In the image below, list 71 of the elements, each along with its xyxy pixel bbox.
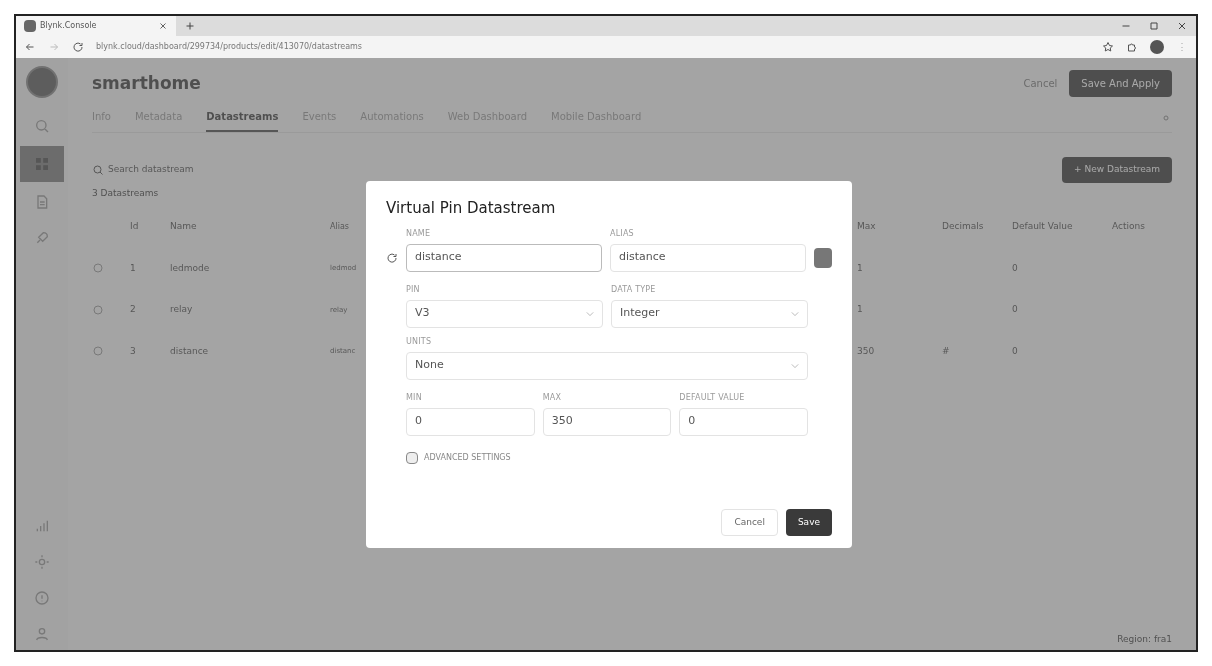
table-cell-text: ledmode bbox=[170, 261, 211, 275]
table-cell-text: 0 bbox=[1012, 303, 1019, 316]
new-datastream-button[interactable]: + New Datastream bbox=[1062, 157, 1172, 183]
maximize-icon[interactable] bbox=[1148, 20, 1160, 32]
field-label: MIN bbox=[406, 391, 423, 404]
table-cell-text: 350 bbox=[857, 344, 876, 358]
datastream-count: 3 Datastreams bbox=[92, 186, 159, 200]
chevron-icon bbox=[791, 361, 799, 370]
column-header: Default Value bbox=[1012, 220, 1074, 233]
reload-icon[interactable] bbox=[72, 41, 84, 53]
search-icon[interactable] bbox=[34, 118, 50, 134]
field-label: DATA TYPE bbox=[611, 283, 657, 296]
region-label: Region: fra1 bbox=[1117, 632, 1172, 646]
search-icon bbox=[92, 163, 104, 176]
column-header: Actions bbox=[1112, 220, 1146, 233]
field-label: DEFAULT VALUE bbox=[679, 391, 746, 404]
favicon-icon bbox=[24, 20, 36, 32]
input-field[interactable]: 0 bbox=[679, 407, 808, 436]
dropdown[interactable]: Integer bbox=[611, 299, 808, 328]
table-cell-text: # bbox=[942, 344, 951, 358]
plus-icon[interactable] bbox=[184, 20, 196, 32]
dropdown[interactable]: V3 bbox=[406, 299, 603, 328]
field-label: PIN bbox=[406, 283, 421, 296]
modal-title: Virtual Pin Datastream bbox=[386, 198, 557, 219]
forward-icon[interactable] bbox=[48, 41, 60, 53]
logo[interactable] bbox=[26, 66, 58, 98]
table-cell-text: 1 bbox=[857, 261, 864, 275]
save-button[interactable]: Save bbox=[785, 508, 832, 536]
back-icon[interactable] bbox=[24, 41, 36, 53]
nav-item[interactable] bbox=[20, 146, 64, 182]
table-cell-text: distance bbox=[170, 344, 210, 358]
table-cell-text: relay bbox=[170, 303, 194, 316]
user-icon[interactable] bbox=[34, 626, 50, 642]
table-cell-text: 2 bbox=[130, 303, 137, 316]
checkbox[interactable] bbox=[406, 451, 418, 464]
page-title: smarthome bbox=[92, 71, 202, 95]
close-icon[interactable] bbox=[158, 21, 168, 31]
save-and-apply-button[interactable]: Save And Apply bbox=[1069, 70, 1172, 97]
tab[interactable]: Datastreams bbox=[206, 109, 279, 132]
dropdown[interactable]: None bbox=[406, 351, 808, 380]
reload-icon[interactable] bbox=[386, 251, 398, 264]
field-label: NAME bbox=[406, 227, 432, 240]
column-header: Id bbox=[130, 220, 139, 233]
column-header: Max bbox=[857, 220, 877, 233]
input-field[interactable]: distance bbox=[406, 243, 602, 272]
checkbox-label: ADVANCED SETTINGS bbox=[424, 451, 511, 464]
signal-icon[interactable] bbox=[34, 518, 50, 534]
close-icon[interactable] bbox=[1176, 20, 1188, 32]
avatar-icon[interactable] bbox=[1150, 40, 1164, 54]
column-header: Decimals bbox=[942, 220, 985, 233]
table-cell-text: 0 bbox=[1012, 261, 1019, 275]
help-icon[interactable] bbox=[34, 590, 50, 606]
document-icon[interactable] bbox=[34, 194, 50, 210]
chevron-icon bbox=[586, 309, 594, 318]
table-cell-text: 1 bbox=[857, 303, 864, 316]
cancel-button[interactable]: Cancel bbox=[721, 508, 778, 536]
column-header: Name bbox=[170, 220, 197, 233]
field-label: MAX bbox=[542, 391, 563, 404]
table-cell-text: 0 bbox=[1012, 344, 1019, 358]
input-field[interactable]: distance bbox=[610, 243, 806, 272]
field-label: UNITS bbox=[406, 335, 433, 348]
table-cell-text: 1 bbox=[130, 261, 137, 275]
search-field[interactable]: Search datastream bbox=[92, 163, 292, 177]
field-label: ALIAS bbox=[610, 227, 635, 240]
input-field[interactable]: 0 bbox=[406, 407, 535, 436]
chevron-icon bbox=[791, 309, 799, 318]
column-header: Alias bbox=[330, 220, 349, 233]
input-field[interactable]: 350 bbox=[542, 407, 672, 436]
star-icon[interactable] bbox=[1102, 41, 1114, 53]
color-swatch[interactable] bbox=[814, 247, 832, 268]
table-cell-text: 3 bbox=[130, 344, 137, 358]
